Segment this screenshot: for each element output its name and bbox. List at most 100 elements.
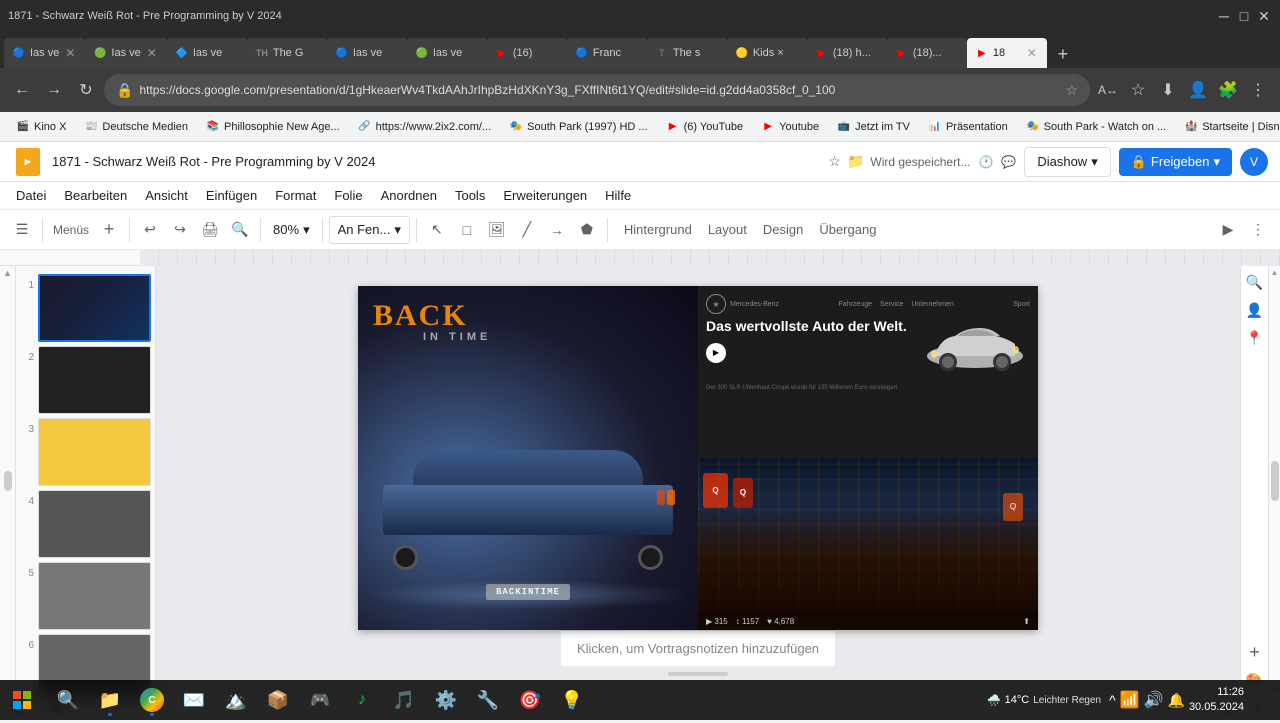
- maximize-button[interactable]: □: [1236, 8, 1252, 24]
- design-button[interactable]: Design: [757, 216, 809, 244]
- taskbar-file-explorer[interactable]: 📁: [90, 682, 130, 718]
- tab-3[interactable]: 🔷 Ias ve: [167, 38, 247, 68]
- bookmark-sp2[interactable]: 🎭 South Park - Watch on ...: [1018, 115, 1174, 139]
- presentation-title[interactable]: 1871 - Schwarz Weiß Rot - Pre Programmin…: [52, 154, 822, 169]
- taskbar-mail[interactable]: ✉️: [174, 682, 214, 718]
- tab-close-1[interactable]: ✕: [63, 44, 77, 62]
- bookmark-button[interactable]: ☆: [1124, 76, 1152, 104]
- settings-icon[interactable]: ⋮: [1244, 216, 1272, 244]
- bookmark-phil[interactable]: 📚 Phillosophie New Age...: [198, 115, 348, 139]
- taskbar-search[interactable]: 🔍: [48, 682, 88, 718]
- canvas-area[interactable]: BACK IN TIME: [156, 266, 1240, 696]
- font-dropdown[interactable]: An Fen... ▾: [329, 216, 410, 244]
- menu-button[interactable]: ⋮: [1244, 76, 1272, 104]
- comments-button[interactable]: 💬: [1001, 155, 1016, 169]
- slide-preview-5[interactable]: [38, 562, 151, 630]
- profile-button[interactable]: 👤: [1184, 76, 1212, 104]
- taskbar-spotify[interactable]: ♪: [342, 682, 382, 718]
- download-button[interactable]: ⬇: [1154, 76, 1182, 104]
- vscroll-up[interactable]: ▲: [1271, 268, 1279, 277]
- slide-preview-2[interactable]: [38, 346, 151, 414]
- notes-area[interactable]: Klicken, um Vortragsnotizen hinzuzufügen: [561, 630, 835, 666]
- tab-yt2[interactable]: ▶ (18) h...: [807, 38, 887, 68]
- bookmark-jetzt[interactable]: 📺 Jetzt im TV: [829, 115, 918, 139]
- menu-anordnen[interactable]: Anordnen: [373, 184, 445, 207]
- slide-thumb-1[interactable]: 1: [20, 274, 151, 342]
- star-icon[interactable]: ☆: [1065, 82, 1078, 99]
- tab-franc[interactable]: 🔵 Franc: [567, 38, 647, 68]
- notification-icon[interactable]: 🔔: [1168, 692, 1185, 709]
- star-favorite[interactable]: ☆: [828, 153, 841, 170]
- bookmark-southpark[interactable]: 🎭 South Park (1997) HD ...: [501, 115, 655, 139]
- bookmark-disney[interactable]: 🏰 Startseite | Disney+: [1176, 115, 1280, 139]
- taskbar-app11[interactable]: 🎯: [510, 682, 550, 718]
- menu-hilfe[interactable]: Hilfe: [597, 184, 639, 207]
- taskbar-clock[interactable]: 11:26 30.05.2024: [1189, 685, 1244, 716]
- tab-close-active[interactable]: ✕: [1025, 44, 1039, 62]
- volume-icon[interactable]: 🔊: [1144, 690, 1164, 710]
- tab-close-2[interactable]: ✕: [145, 44, 159, 62]
- translate-button[interactable]: A↔: [1094, 76, 1122, 104]
- tab-1[interactable]: 🔵 Ias ve ✕: [4, 38, 85, 68]
- diashow-button[interactable]: Diashow ▾: [1024, 147, 1110, 177]
- menu-datei[interactable]: Datei: [8, 184, 54, 207]
- taskbar-app10[interactable]: 🔧: [468, 682, 508, 718]
- uebergang-button[interactable]: Übergang: [813, 216, 882, 244]
- scroll-thumb-v[interactable]: [4, 471, 12, 491]
- address-bar[interactable]: 🔒 https://docs.google.com/presentation/d…: [104, 74, 1090, 106]
- taskbar-app12[interactable]: 💡: [552, 682, 592, 718]
- line-tool[interactable]: ╱: [513, 216, 541, 244]
- menu-tools[interactable]: Tools: [447, 184, 493, 207]
- tab-active[interactable]: ▶ 18 ✕: [967, 38, 1047, 68]
- redo-button[interactable]: ↪: [166, 216, 194, 244]
- folder-icon[interactable]: 📁: [847, 153, 864, 170]
- taskbar-chevron[interactable]: ^: [1109, 692, 1116, 708]
- taskbar-app8[interactable]: 🎵: [384, 682, 424, 718]
- scroll-indicator[interactable]: [668, 672, 728, 676]
- show-desktop-button[interactable]: [1248, 682, 1268, 718]
- slide-preview-3[interactable]: [38, 418, 151, 486]
- vscroll-thumb[interactable]: [1271, 461, 1279, 501]
- close-button[interactable]: ✕: [1256, 8, 1272, 24]
- forward-button[interactable]: →: [40, 76, 68, 104]
- slide-thumb-3[interactable]: 3: [20, 418, 151, 486]
- shape-tool[interactable]: □: [453, 216, 481, 244]
- bookmark-kinox[interactable]: 🎬 Kino X: [8, 115, 74, 139]
- slide-preview-1[interactable]: [38, 274, 151, 342]
- slide-preview-4[interactable]: [38, 490, 151, 558]
- start-button[interactable]: [4, 682, 40, 718]
- extensions-button[interactable]: 🧩: [1214, 76, 1242, 104]
- image-tool[interactable]: 🖼: [483, 216, 511, 244]
- zoom-dropdown[interactable]: 80% ▾: [267, 216, 316, 244]
- new-tab-button[interactable]: +: [1049, 40, 1077, 68]
- taskbar-discord[interactable]: 🎮: [300, 682, 340, 718]
- bookmark-youtube6[interactable]: ▶ (6) YouTube: [658, 115, 752, 139]
- tab-2[interactable]: 🟢 Ias ve ✕: [85, 38, 166, 68]
- freigeben-button[interactable]: 🔒 Freigeben ▾: [1119, 148, 1232, 176]
- print-button[interactable]: 🖨: [196, 216, 224, 244]
- network-icon[interactable]: 📶: [1120, 690, 1140, 710]
- bookmark-praesentation[interactable]: 📊 Präsentation: [920, 115, 1016, 139]
- reload-button[interactable]: ↻: [72, 76, 100, 104]
- taskbar-app9[interactable]: ⚙️: [426, 682, 466, 718]
- tab-5[interactable]: 🔵 Ias ve: [327, 38, 407, 68]
- tab-kids[interactable]: 🟡 Kids ×: [727, 38, 807, 68]
- slide-thumb-5[interactable]: 5: [20, 562, 151, 630]
- menu-format[interactable]: Format: [267, 184, 324, 207]
- tab-yt3[interactable]: ▶ (18)...: [887, 38, 967, 68]
- layout-button[interactable]: Layout: [702, 216, 753, 244]
- tab-youtube1[interactable]: ▶ (16): [487, 38, 567, 68]
- menu-bearbeiten[interactable]: Bearbeiten: [56, 184, 135, 207]
- bookmark-deutsche[interactable]: 📰 Deutsche Medien: [76, 115, 196, 139]
- taskbar-photos[interactable]: 🏔️: [216, 682, 256, 718]
- menu-icon-button[interactable]: ☰: [8, 216, 36, 244]
- scroll-up-arrow[interactable]: ▲: [3, 268, 12, 278]
- slide-thumb-4[interactable]: 4: [20, 490, 151, 558]
- arrow-tool[interactable]: →: [543, 216, 571, 244]
- select-tool[interactable]: ↖: [423, 216, 451, 244]
- bookmark-youtube[interactable]: ▶ Youtube: [753, 115, 827, 139]
- menu-erweiterungen[interactable]: Erweiterungen: [495, 184, 595, 207]
- notes-placeholder[interactable]: Klicken, um Vortragsnotizen hinzuzufügen: [577, 641, 819, 656]
- taskbar-weather[interactable]: 🌧️ 14°C Leichter Regen: [983, 694, 1105, 707]
- sidebar-add-icon[interactable]: +: [1245, 642, 1265, 662]
